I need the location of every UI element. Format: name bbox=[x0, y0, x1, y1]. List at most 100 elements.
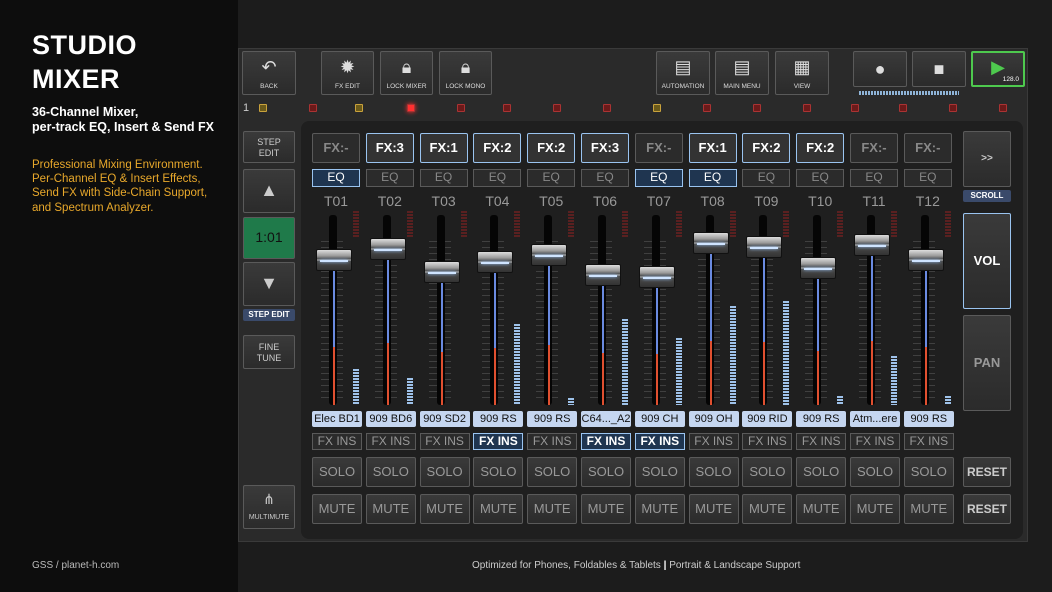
volume-fader[interactable] bbox=[690, 211, 738, 411]
mute-button[interactable]: MUTE bbox=[419, 494, 470, 524]
fx-insert-button[interactable]: FX INS bbox=[365, 433, 416, 450]
solo-button[interactable]: SOLO bbox=[527, 457, 578, 487]
multimute-button[interactable]: ⋔ MULTIMUTE bbox=[243, 485, 295, 529]
volume-fader[interactable] bbox=[367, 211, 415, 411]
vol-button[interactable]: VOL bbox=[963, 213, 1011, 309]
fader-knob[interactable] bbox=[369, 238, 406, 260]
eq-button[interactable]: EQ bbox=[473, 169, 522, 187]
send-fx-button[interactable]: FX:- bbox=[850, 133, 898, 163]
send-fx-button[interactable]: FX:2 bbox=[796, 133, 845, 163]
reset-mute-button[interactable]: RESET bbox=[963, 494, 1011, 524]
solo-button[interactable]: SOLO bbox=[903, 457, 954, 487]
instrument-name[interactable]: 909 RS bbox=[796, 411, 847, 427]
volume-fader[interactable] bbox=[421, 211, 469, 411]
mute-button[interactable]: MUTE bbox=[581, 494, 631, 524]
view-button[interactable]: ▦ VIEW bbox=[775, 51, 829, 95]
pan-button[interactable]: PAN bbox=[963, 315, 1011, 411]
eq-button[interactable]: EQ bbox=[527, 169, 576, 187]
scroll-button[interactable]: >> bbox=[963, 131, 1011, 187]
mute-button[interactable]: MUTE bbox=[473, 494, 524, 524]
eq-button[interactable]: EQ bbox=[688, 169, 737, 187]
volume-fader[interactable] bbox=[797, 211, 845, 411]
instrument-name[interactable]: 909 RID bbox=[742, 411, 793, 427]
play-button[interactable]: ▶ 128.0 bbox=[971, 51, 1025, 87]
eq-button[interactable]: EQ bbox=[312, 169, 360, 187]
lock-mixer-button[interactable]: 🔒︎ LOCK MIXER bbox=[380, 51, 433, 95]
volume-fader[interactable] bbox=[528, 211, 576, 411]
instrument-name[interactable]: 909 RS bbox=[473, 411, 524, 427]
volume-fader[interactable] bbox=[474, 211, 522, 411]
fader-knob[interactable] bbox=[477, 251, 514, 273]
instrument-name[interactable]: Elec BD1 bbox=[312, 411, 362, 427]
reset-solo-button[interactable]: RESET bbox=[963, 457, 1011, 487]
solo-button[interactable]: SOLO bbox=[796, 457, 847, 487]
fader-knob[interactable] bbox=[746, 236, 783, 258]
automation-button[interactable]: ▤ AUTOMATION bbox=[656, 51, 710, 95]
fine-tune-button[interactable]: FINE TUNE bbox=[243, 335, 295, 369]
mute-button[interactable]: MUTE bbox=[903, 494, 954, 524]
fader-knob[interactable] bbox=[316, 249, 352, 271]
solo-button[interactable]: SOLO bbox=[634, 457, 685, 487]
solo-button[interactable]: SOLO bbox=[312, 457, 362, 487]
send-fx-button[interactable]: FX:1 bbox=[419, 133, 468, 163]
solo-button[interactable]: SOLO bbox=[850, 457, 900, 487]
mute-button[interactable]: MUTE bbox=[527, 494, 578, 524]
fx-insert-button[interactable]: FX INS bbox=[419, 433, 470, 450]
send-fx-button[interactable]: FX:- bbox=[634, 133, 683, 163]
eq-button[interactable]: EQ bbox=[419, 169, 468, 187]
fader-knob[interactable] bbox=[800, 257, 837, 279]
instrument-name[interactable]: 909 BD6 bbox=[365, 411, 416, 427]
instrument-name[interactable]: 909 RS bbox=[527, 411, 578, 427]
fx-insert-button[interactable]: FX INS bbox=[581, 433, 631, 450]
solo-button[interactable]: SOLO bbox=[581, 457, 631, 487]
solo-button[interactable]: SOLO bbox=[688, 457, 739, 487]
record-button[interactable]: ● bbox=[853, 51, 907, 87]
step-up-button[interactable]: ▲ bbox=[243, 169, 295, 213]
volume-fader[interactable] bbox=[313, 211, 361, 411]
fx-insert-button[interactable]: FX INS bbox=[850, 433, 900, 450]
instrument-name[interactable]: 909 OH bbox=[688, 411, 739, 427]
send-fx-button[interactable]: FX:2 bbox=[742, 133, 791, 163]
volume-fader[interactable] bbox=[636, 211, 684, 411]
mute-button[interactable]: MUTE bbox=[850, 494, 900, 524]
main-menu-button[interactable]: ▤ MAIN MENU bbox=[715, 51, 769, 95]
fx-insert-button[interactable]: FX INS bbox=[527, 433, 578, 450]
fx-insert-button[interactable]: FX INS bbox=[796, 433, 847, 450]
volume-fader[interactable] bbox=[743, 211, 791, 411]
send-fx-button[interactable]: FX:2 bbox=[473, 133, 522, 163]
fx-insert-button[interactable]: FX INS bbox=[742, 433, 793, 450]
solo-button[interactable]: SOLO bbox=[365, 457, 416, 487]
solo-button[interactable]: SOLO bbox=[742, 457, 793, 487]
mute-button[interactable]: MUTE bbox=[634, 494, 685, 524]
mute-button[interactable]: MUTE bbox=[688, 494, 739, 524]
eq-button[interactable]: EQ bbox=[796, 169, 845, 187]
fader-knob[interactable] bbox=[638, 266, 675, 288]
eq-button[interactable]: EQ bbox=[634, 169, 683, 187]
fader-knob[interactable] bbox=[854, 234, 890, 256]
lock-mono-button[interactable]: 🔒︎ LOCK MONO bbox=[439, 51, 492, 95]
mute-button[interactable]: MUTE bbox=[365, 494, 416, 524]
fx-insert-button[interactable]: FX INS bbox=[903, 433, 954, 450]
mute-button[interactable]: MUTE bbox=[742, 494, 793, 524]
send-fx-button[interactable]: FX:- bbox=[903, 133, 952, 163]
fx-insert-button[interactable]: FX INS bbox=[312, 433, 362, 450]
send-fx-button[interactable]: FX:3 bbox=[365, 133, 414, 163]
send-fx-button[interactable]: FX:1 bbox=[688, 133, 737, 163]
instrument-name[interactable]: 909 SD2 bbox=[419, 411, 470, 427]
instrument-name[interactable]: 909 RS bbox=[903, 411, 954, 427]
fx-edit-button[interactable]: ✹ FX EDIT bbox=[321, 51, 374, 95]
instrument-name[interactable]: 909 CH bbox=[634, 411, 685, 427]
mute-button[interactable]: MUTE bbox=[312, 494, 362, 524]
volume-fader[interactable] bbox=[582, 211, 630, 411]
send-fx-button[interactable]: FX:2 bbox=[527, 133, 576, 163]
instrument-name[interactable]: Atm...ere bbox=[850, 411, 900, 427]
volume-fader[interactable] bbox=[851, 211, 899, 411]
solo-button[interactable]: SOLO bbox=[473, 457, 524, 487]
mute-button[interactable]: MUTE bbox=[796, 494, 847, 524]
step-down-button[interactable]: ▼ bbox=[243, 262, 295, 306]
fx-insert-button[interactable]: FX INS bbox=[688, 433, 739, 450]
fader-knob[interactable] bbox=[692, 232, 729, 254]
eq-button[interactable]: EQ bbox=[903, 169, 952, 187]
send-fx-button[interactable]: FX:- bbox=[312, 133, 360, 163]
instrument-name[interactable]: C64..._A2 bbox=[581, 411, 631, 427]
